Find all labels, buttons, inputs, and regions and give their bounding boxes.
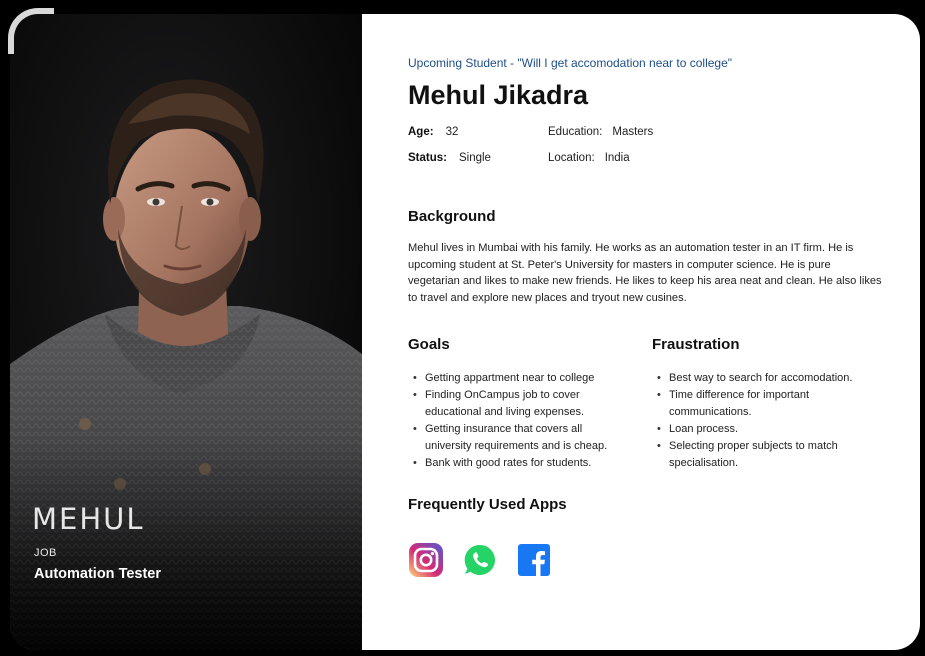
status-label: Status: bbox=[408, 152, 447, 164]
education-value: Masters bbox=[612, 126, 654, 138]
persona-card: MEHUL JOB Automation Tester Upcoming Stu… bbox=[10, 14, 920, 650]
frustration-list: Best way to search for accomodation. Tim… bbox=[652, 370, 862, 471]
apps-row bbox=[408, 542, 552, 578]
age-row: Age: 32 bbox=[408, 126, 458, 138]
job-label: JOB bbox=[34, 547, 57, 559]
photo-caption-name: MEHUL bbox=[32, 502, 145, 536]
list-item: Getting insurance that covers all univer… bbox=[408, 421, 630, 455]
background-text: Mehul lives in Mumbai with his family. H… bbox=[408, 242, 882, 304]
facebook-icon[interactable] bbox=[516, 542, 552, 578]
list-item: Getting appartment near to college bbox=[408, 370, 630, 387]
list-item: Loan process. bbox=[652, 421, 862, 438]
whatsapp-icon[interactable] bbox=[462, 542, 498, 578]
location-value: India bbox=[604, 152, 630, 164]
frustration-heading: Fraustration bbox=[652, 336, 740, 353]
apps-heading: Frequently Used Apps bbox=[408, 496, 567, 513]
location-row: Location: India bbox=[548, 152, 630, 164]
age-value: 32 bbox=[445, 126, 459, 138]
location-label: Location: bbox=[548, 152, 595, 164]
education-label: Education: bbox=[548, 126, 603, 138]
age-label: Age: bbox=[408, 126, 434, 138]
persona-details: Upcoming Student - "Will I get accomodat… bbox=[362, 14, 920, 650]
persona-photo-panel: MEHUL JOB Automation Tester bbox=[10, 14, 362, 650]
list-item: Selecting proper subjects to match speci… bbox=[652, 438, 862, 472]
status-value: Single bbox=[458, 152, 491, 164]
goals-heading: Goals bbox=[408, 336, 450, 353]
persona-tagline: Upcoming Student - "Will I get accomodat… bbox=[408, 56, 733, 70]
background-heading: Background bbox=[408, 208, 496, 225]
list-item: Finding OnCampus job to cover educationa… bbox=[408, 387, 630, 421]
portrait-photo bbox=[10, 14, 362, 650]
list-item: Bank with good rates for students. bbox=[408, 455, 630, 472]
goals-list: Getting appartment near to college Findi… bbox=[408, 370, 630, 471]
instagram-icon[interactable] bbox=[408, 542, 444, 578]
status-row: Status: Single bbox=[408, 152, 491, 164]
list-item: Time difference for important communicat… bbox=[652, 387, 862, 421]
persona-name: Mehul Jikadra bbox=[408, 80, 589, 110]
job-value: Automation Tester bbox=[34, 566, 162, 582]
list-item: Best way to search for accomodation. bbox=[652, 370, 862, 387]
education-row: Education: Masters bbox=[548, 126, 653, 138]
